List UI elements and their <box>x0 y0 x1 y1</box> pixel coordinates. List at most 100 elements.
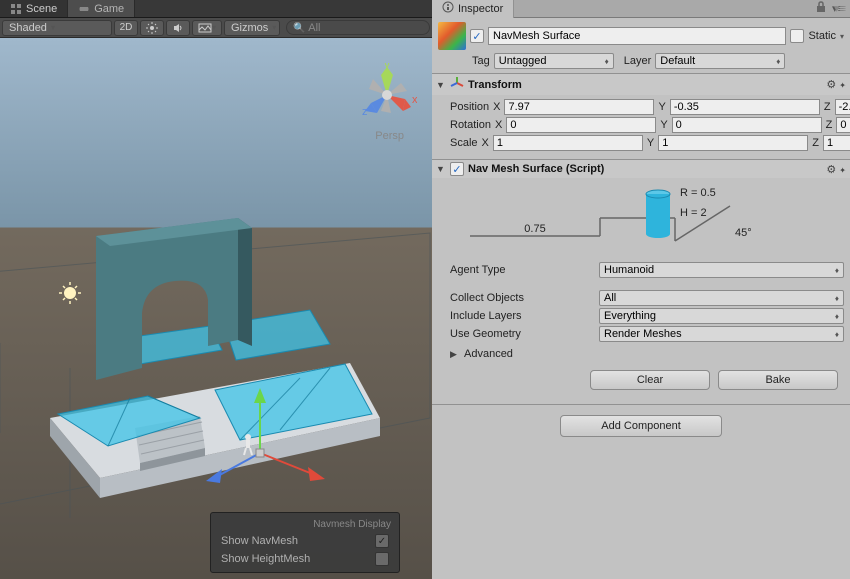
tab-game-label: Game <box>94 3 124 15</box>
gameobject-name-input[interactable] <box>488 27 786 45</box>
gameobject-active-checkbox[interactable]: ✓ <box>470 29 484 43</box>
shading-mode-label: Shaded <box>9 22 47 34</box>
advanced-label[interactable]: Advanced <box>464 348 513 360</box>
scene-tab-bar: Scene Game ▾≡ <box>0 0 432 18</box>
include-layers-dropdown[interactable]: Everything ♦ <box>599 308 844 324</box>
y-label: Y <box>660 119 667 131</box>
sun-icon <box>146 22 158 34</box>
agent-diagram: 0.75 45° R = 0.5 H = 2 <box>450 186 844 256</box>
agent-type-label: Agent Type <box>450 264 595 276</box>
chevron-icon: ♦ <box>835 330 839 339</box>
z-label: Z <box>824 101 831 113</box>
tab-game[interactable]: Game <box>68 0 135 17</box>
lock-icon[interactable] <box>816 1 826 16</box>
toggle-2d-button[interactable]: 2D <box>114 20 138 36</box>
layer-value: Default <box>660 55 695 67</box>
position-x-input[interactable] <box>504 99 654 115</box>
chevron-icon: ♦ <box>835 312 839 321</box>
navmesh-surface-component: ▼ ✓ Nav Mesh Surface (Script) ⚙ ✦ 0.75 4… <box>432 160 850 405</box>
gizmos-dropdown[interactable]: Gizmos ▾ <box>224 20 280 36</box>
game-tab-icon <box>78 3 90 15</box>
tag-value: Untagged <box>499 55 547 67</box>
collect-objects-dropdown[interactable]: All ♦ <box>599 290 844 306</box>
search-placeholder: All <box>308 22 320 34</box>
panel-menu-icon[interactable]: ▾≡ <box>834 2 846 15</box>
perspective-label[interactable]: Persp <box>375 130 404 142</box>
gizmos-label: Gizmos <box>231 22 268 34</box>
inspector-tab-icon <box>442 1 454 16</box>
rotation-label: Rotation <box>450 119 491 131</box>
chevron-icon: ♦ <box>605 57 609 66</box>
svg-text:45°: 45° <box>735 227 752 239</box>
y-label: Y <box>658 101 665 113</box>
foldout-icon: ▼ <box>436 164 446 174</box>
static-dropdown-icon[interactable]: ▾ <box>840 32 844 41</box>
agent-type-dropdown[interactable]: Humanoid ♦ <box>599 262 844 278</box>
navmesh-surface-title: Nav Mesh Surface (Script) <box>468 163 604 175</box>
shading-mode-dropdown[interactable]: Shaded ▾ <box>2 20 112 36</box>
svg-text:x: x <box>412 94 417 106</box>
navmesh-display-title: Navmesh Display <box>215 517 395 532</box>
show-heightmesh-checkbox[interactable] <box>375 552 389 566</box>
component-menu-icon[interactable]: ⚙ ✦ <box>826 163 846 176</box>
orientation-gizmo[interactable]: y x z <box>357 63 417 123</box>
scale-z-input[interactable] <box>823 135 850 151</box>
chevron-down-icon: ▾ <box>51 23 55 32</box>
bake-button[interactable]: Bake <box>718 370 838 390</box>
chevron-down-icon: ▾ <box>272 23 276 32</box>
agent-type-value: Humanoid <box>604 264 654 276</box>
collect-objects-label: Collect Objects <box>450 292 595 304</box>
show-navmesh-checkbox[interactable]: ✓ <box>375 534 389 548</box>
collect-objects-value: All <box>604 292 616 304</box>
tab-inspector[interactable]: Inspector <box>432 0 514 18</box>
inspector-header: ✓ ✓ Static ▾ Tag Untagged ♦ Layer Defaul… <box>432 18 850 74</box>
add-component-button[interactable]: Add Component <box>560 415 722 437</box>
transform-component: ▼ Transform ⚙ ✦ Position X Y Z Rotation … <box>432 74 850 160</box>
svg-text:H = 2: H = 2 <box>680 207 707 219</box>
transform-header[interactable]: ▼ Transform ⚙ ✦ <box>432 74 850 95</box>
fx-toggle-button[interactable]: ▾ <box>192 20 222 36</box>
component-menu-icon[interactable]: ⚙ ✦ <box>826 78 846 91</box>
static-checkbox[interactable]: ✓ <box>790 29 804 43</box>
tab-scene[interactable]: Scene <box>0 0 68 17</box>
x-label: X <box>482 137 489 149</box>
y-label: Y <box>647 137 654 149</box>
rotation-z-input[interactable] <box>836 117 850 133</box>
scene-toolbar: Shaded ▾ 2D ▾ Gizmos ▾ 🔍 All <box>0 18 432 38</box>
svg-text:z: z <box>362 106 368 118</box>
include-layers-label: Include Layers <box>450 310 595 322</box>
tag-label: Tag <box>472 55 490 67</box>
audio-toggle-button[interactable] <box>166 20 190 36</box>
scale-x-input[interactable] <box>493 135 643 151</box>
rotation-x-input[interactable] <box>506 117 656 133</box>
tab-scene-label: Scene <box>26 3 57 15</box>
foldout-icon: ▼ <box>436 80 446 90</box>
speaker-icon <box>172 22 184 34</box>
navmesh-surface-header[interactable]: ▼ ✓ Nav Mesh Surface (Script) ⚙ ✦ <box>432 160 850 178</box>
svg-text:0.75: 0.75 <box>524 223 545 235</box>
chevron-icon: ♦ <box>776 57 780 66</box>
position-z-input[interactable] <box>835 99 850 115</box>
rotation-y-input[interactable] <box>672 117 822 133</box>
use-geometry-value: Render Meshes <box>604 328 682 340</box>
gameobject-icon[interactable] <box>438 22 466 50</box>
z-label: Z <box>812 137 819 149</box>
inspector-tab-label: Inspector <box>458 3 503 15</box>
svg-text:y: y <box>384 63 390 71</box>
tag-dropdown[interactable]: Untagged ♦ <box>494 53 614 69</box>
lighting-toggle-button[interactable] <box>140 20 164 36</box>
scale-y-input[interactable] <box>658 135 808 151</box>
chevron-icon: ♦ <box>835 294 839 303</box>
clear-button[interactable]: Clear <box>590 370 710 390</box>
use-geometry-dropdown[interactable]: Render Meshes ♦ <box>599 326 844 342</box>
layer-dropdown[interactable]: Default ♦ <box>655 53 785 69</box>
chevron-icon: ♦ <box>835 266 839 275</box>
position-y-input[interactable] <box>670 99 820 115</box>
component-enabled-checkbox[interactable]: ✓ <box>450 162 464 176</box>
scene-search-input[interactable]: 🔍 All <box>286 20 430 35</box>
scene-viewport[interactable]: y x z Persp Navmesh Display Show NavMesh… <box>0 38 432 579</box>
include-layers-value: Everything <box>604 310 656 322</box>
x-label: X <box>493 101 500 113</box>
static-label: Static <box>808 30 836 42</box>
advanced-foldout-icon[interactable]: ▶ <box>450 349 460 360</box>
